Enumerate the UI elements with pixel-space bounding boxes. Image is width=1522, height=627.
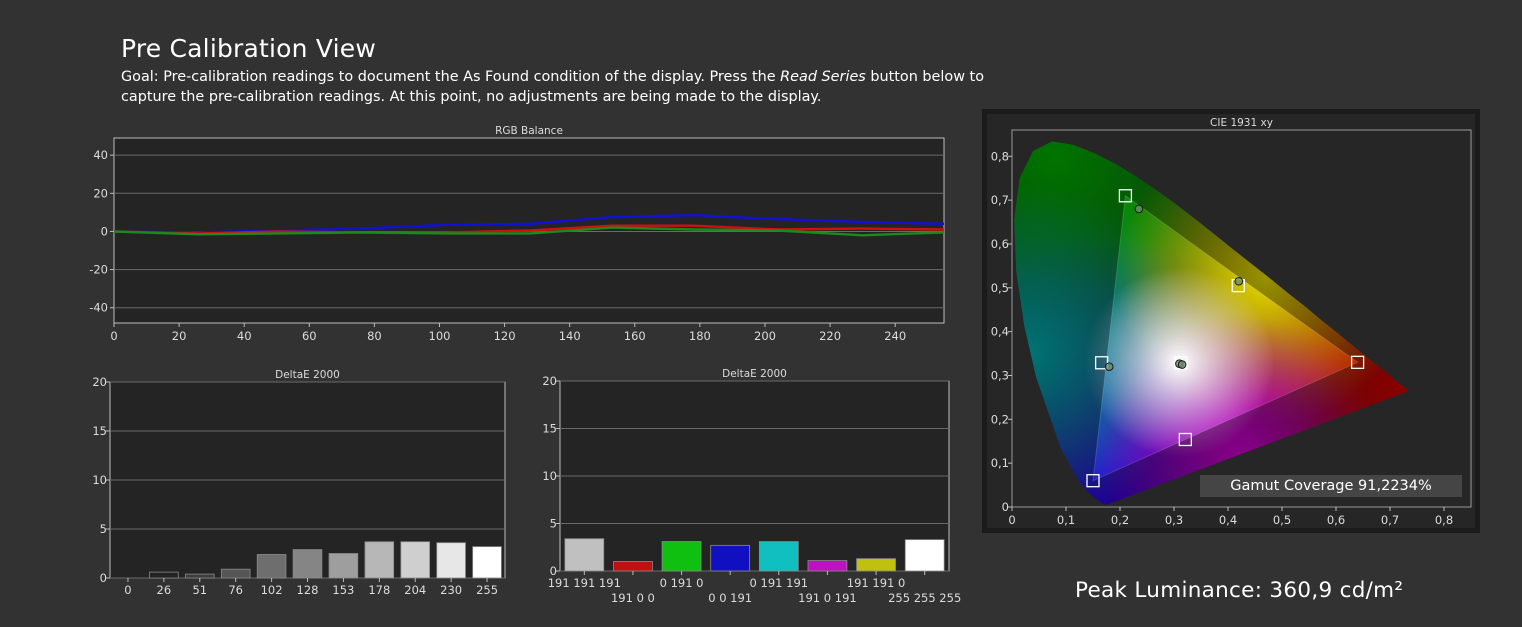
rgb-balance-x-tick-label: 160	[624, 329, 646, 343]
deltae-colors-bar	[710, 544, 751, 572]
gamut-coverage-readout: Gamut Coverage 91,2234%	[1200, 475, 1462, 497]
cie-x-tick-label: 0,5	[1273, 513, 1291, 527]
deltae-colors-x-tick-label: 191 0 191	[798, 591, 857, 605]
deltae-colors-x-tick-label: 0 0 191	[708, 591, 752, 605]
deltae-grayscale-bar	[292, 549, 323, 579]
deltae-grayscale-y-tick-label: 10	[92, 473, 107, 487]
rgb-balance-x-tick-label: 60	[302, 329, 317, 343]
peak-luminance-readout: Peak Luminance: 360,9 cd/m²	[1075, 578, 1404, 603]
deltae-grayscale-x-tick-label: 51	[192, 583, 207, 597]
cie-x-tick-label: 0	[1008, 513, 1015, 527]
deltae-grayscale-y-tick-label: 5	[100, 522, 107, 536]
rgb-balance-x-tick-label: 220	[819, 329, 841, 343]
deltae-colors-bar	[856, 558, 896, 572]
cie-y-tick-label: 0	[1002, 500, 1009, 514]
cie-x-tick-label: 0,6	[1327, 513, 1345, 527]
cie-y-tick-label: 0,3	[991, 368, 1009, 382]
cie-y-tick-label: 0,5	[991, 281, 1009, 295]
cie-x-tick-label: 0,2	[1111, 513, 1129, 527]
deltae-grayscale-x-tick-label: 0	[124, 583, 131, 597]
deltae-colors-x-tick-label: 191 191 0	[847, 576, 906, 590]
cie-spectral-locus	[1014, 141, 1409, 505]
rgb-balance-x-tick-label: 100	[429, 329, 451, 343]
deltae-colors-x-tick-label: 0 191 191	[750, 576, 809, 590]
cie-y-tick-label: 0,2	[991, 412, 1009, 426]
cie-title: CIE 1931 xy	[1210, 117, 1273, 129]
rgb-balance-x-tick-label: 180	[689, 329, 711, 343]
rgb-balance-x-tick-label: 20	[172, 329, 187, 343]
rgb-balance-x-tick-label: 40	[237, 329, 252, 343]
deltae-grayscale-bar	[472, 546, 502, 579]
deltae-grayscale-x-tick-label: 128	[297, 583, 319, 597]
rgb-balance-x-tick-label: 0	[110, 329, 117, 343]
deltae-colors-y-tick-label: 10	[542, 469, 557, 483]
deltae-colors-x-tick-label: 255 255 255	[888, 591, 961, 605]
deltae-grayscale-x-tick-label: 102	[261, 583, 283, 597]
deltae-grayscale-bar	[364, 541, 395, 579]
rgb-balance-y-tick-label: 20	[93, 186, 108, 200]
rgb-balance-x-tick-label: 200	[754, 329, 776, 343]
deltae-colors-title: DeltaE 2000	[722, 368, 787, 380]
deltae-colors-y-tick-label: 20	[542, 374, 557, 388]
deltae-grayscale-x-tick-label: 153	[332, 583, 354, 597]
deltae-colors-x-tick-label: 191 191 191	[548, 576, 621, 590]
cie-x-tick-label: 0,4	[1219, 513, 1237, 527]
deltae-colors-y-tick-label: 5	[550, 517, 557, 531]
deltae-colors-bar	[758, 541, 799, 572]
deltae-grayscale-y-tick-label: 15	[92, 424, 107, 438]
deltae-grayscale-bar	[256, 554, 287, 579]
deltae-grayscale-bar	[185, 573, 215, 579]
deltae-grayscale-y-tick-label: 0	[100, 571, 107, 585]
deltae-colors-x-tick-label: 0 191 0	[660, 576, 704, 590]
deltae-grayscale-title: DeltaE 2000	[275, 369, 340, 381]
rgb-balance-title: RGB Balance	[495, 125, 563, 137]
rgb-balance-y-tick-label: 0	[101, 224, 108, 238]
rgb-balance-x-tick-label: 120	[494, 329, 516, 343]
deltae-colors-bar	[661, 541, 702, 572]
deltae-grayscale-bar	[328, 553, 359, 579]
cie-measured-point	[1177, 360, 1187, 369]
cie-measured-point	[1104, 362, 1114, 372]
rgb-balance-y-tick-label: 40	[93, 148, 108, 162]
cie-measured-point	[1134, 204, 1144, 214]
cie-x-tick-label: 0,7	[1381, 513, 1399, 527]
deltae-grayscale-y-tick-label: 20	[92, 375, 107, 389]
rgb-balance-y-tick-label: -40	[89, 301, 108, 315]
cie-y-tick-label: 0,6	[991, 237, 1009, 251]
deltae-grayscale-bar	[220, 568, 251, 579]
deltae-colors-x-tick-label: 191 0 0	[611, 591, 655, 605]
cie-y-tick-label: 0,8	[991, 149, 1009, 163]
rgb-balance-y-tick-label: -20	[89, 263, 108, 277]
rgb-balance-x-tick-label: 240	[884, 329, 906, 343]
deltae-colors-bar	[807, 560, 848, 572]
cie-measured-point	[1234, 276, 1244, 286]
deltae-grayscale-bar	[149, 571, 179, 579]
deltae-grayscale-bar	[400, 541, 430, 579]
cie-x-tick-label: 0,1	[1057, 513, 1075, 527]
deltae-grayscale-x-tick-label: 230	[440, 583, 462, 597]
deltae-grayscale-x-tick-label: 204	[404, 583, 426, 597]
cie-y-tick-label: 0,1	[991, 456, 1009, 470]
deltae-colors-bar	[564, 538, 605, 572]
rgb-balance-x-tick-label: 140	[559, 329, 581, 343]
cie-y-tick-label: 0,4	[991, 325, 1009, 339]
deltae-grayscale-bar	[436, 542, 466, 579]
deltae-colors-bar	[904, 539, 945, 572]
rgb-balance-x-tick-label: 80	[367, 329, 382, 343]
cie-x-tick-label: 0,8	[1435, 513, 1453, 527]
deltae-grayscale-x-tick-label: 26	[157, 583, 172, 597]
cie-y-tick-label: 0,7	[991, 193, 1009, 207]
cie-x-tick-label: 0,3	[1165, 513, 1183, 527]
deltae-grayscale-x-tick-label: 76	[228, 583, 243, 597]
deltae-colors-y-tick-label: 15	[542, 422, 557, 436]
deltae-grayscale-x-tick-label: 178	[368, 583, 390, 597]
charts-layer: RGB Balance40200-20-400 20 40 60 80 100 120 140…	[89, 117, 1472, 605]
deltae-colors-bar	[613, 561, 653, 572]
deltae-grayscale-x-tick-label: 255	[476, 583, 498, 597]
